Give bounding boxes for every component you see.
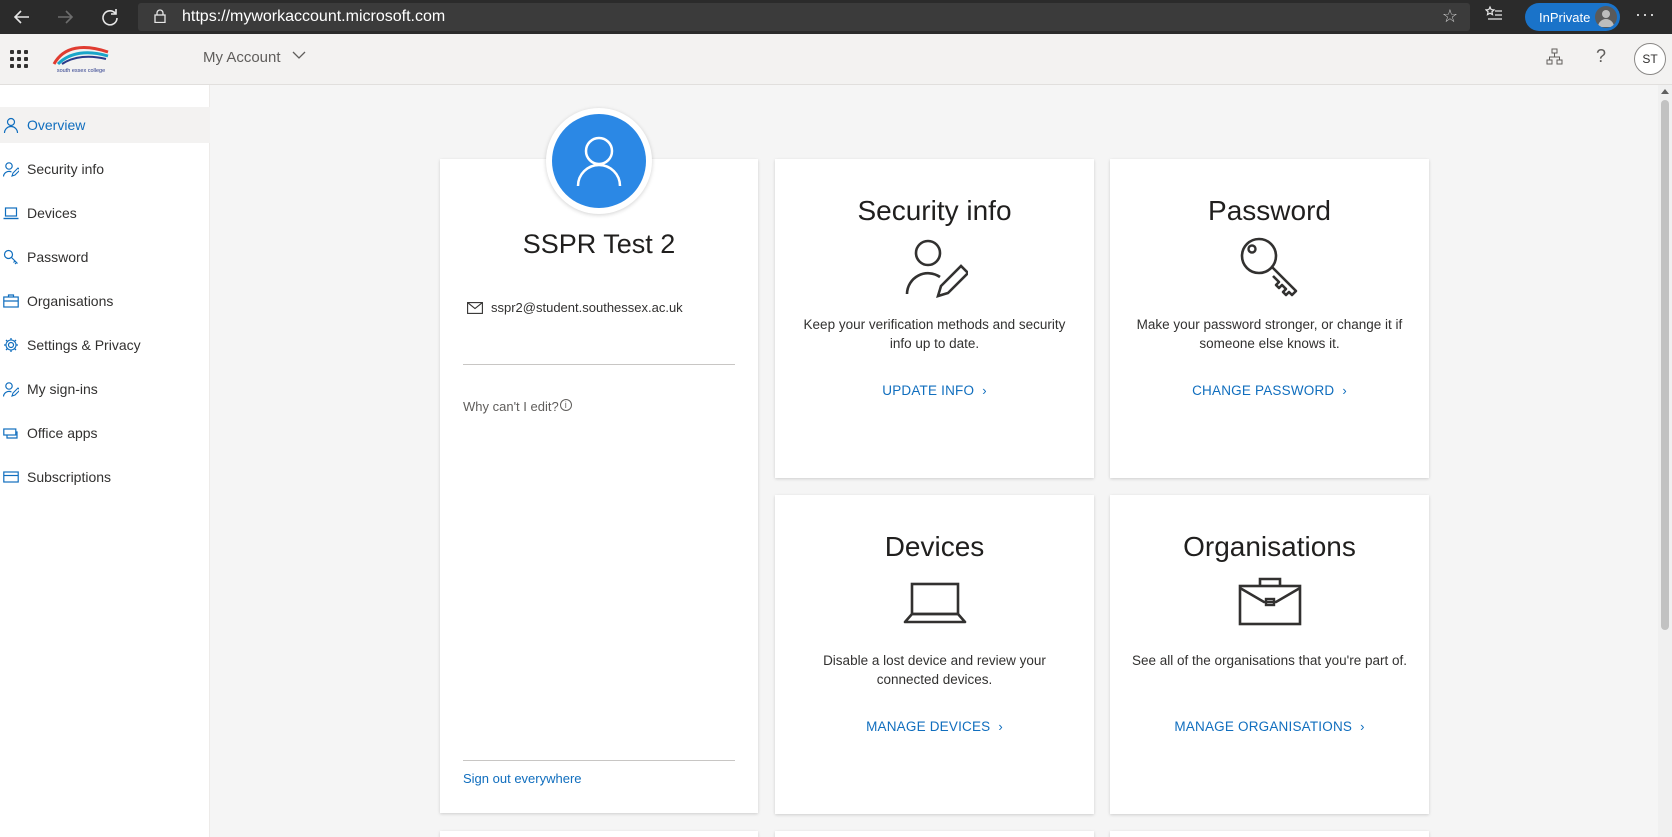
sidebar-item-settings-privacy[interactable]: Settings & Privacy (0, 327, 210, 363)
college-logo[interactable]: south essex college (50, 42, 112, 76)
key-icon (1240, 237, 1298, 297)
inprivate-label: InPrivate (1539, 10, 1591, 25)
card-title: Organisations (1183, 531, 1356, 562)
forward-button[interactable] (52, 4, 78, 30)
card-partial (1110, 831, 1429, 837)
app-launcher-icon[interactable] (10, 50, 28, 68)
lock-icon (154, 9, 166, 23)
sidebar: Overview Security info Devices Password … (0, 85, 210, 837)
link-text: CHANGE PASSWORD (1192, 383, 1335, 398)
card-title: Security info (857, 195, 1012, 226)
sidebar-item-organisations[interactable]: Organisations (0, 283, 210, 319)
chevron-down-icon[interactable] (292, 48, 306, 62)
chevron-right-icon: › (998, 719, 1003, 734)
manage-organisations-link[interactable]: MANAGE ORGANISATIONS › (1110, 719, 1429, 734)
sidebar-item-security-info[interactable]: Security info (0, 151, 210, 187)
scrollbar-thumb[interactable] (1661, 100, 1669, 630)
chevron-right-icon: › (1342, 383, 1347, 398)
forward-arrow-icon (58, 10, 74, 24)
sidebar-item-my-sign-ins[interactable]: My sign-ins (0, 371, 210, 407)
card-title: Devices (884, 531, 985, 562)
mail-icon (467, 302, 483, 314)
sign-out-everywhere-link[interactable]: Sign out everywhere (463, 771, 582, 786)
why-cant-edit-link[interactable]: Why can't I edit? i (463, 399, 572, 414)
manage-devices-link[interactable]: MANAGE DEVICES › (775, 719, 1094, 734)
sidebar-item-devices[interactable]: Devices (0, 195, 210, 231)
browser-toolbar: https://myworkaccount.microsoft.com ☆ In… (0, 0, 1672, 34)
sidebar-item-label: My sign-ins (27, 381, 98, 397)
briefcase-icon (3, 294, 19, 308)
key-icon (3, 249, 18, 265)
update-info-link[interactable]: UPDATE INFO › (775, 383, 1094, 398)
laptop-icon (903, 582, 967, 624)
inprivate-badge[interactable]: InPrivate (1525, 3, 1620, 31)
briefcase-icon (1238, 577, 1302, 626)
sidebar-item-label: Security info (27, 161, 105, 177)
profile-name: SSPR Test 2 (522, 229, 676, 259)
user-avatar[interactable]: ST (1634, 43, 1666, 75)
refresh-icon (102, 9, 118, 26)
card-partial (440, 831, 758, 837)
card-partial (775, 831, 1094, 837)
divider (463, 760, 735, 761)
person-icon (3, 117, 19, 133)
card-description: Disable a lost device and review your co… (823, 653, 1046, 687)
sidebar-item-label: Overview (27, 117, 86, 133)
sidebar-item-label: Settings & Privacy (27, 337, 141, 353)
person-edit-icon (3, 382, 19, 397)
password-card: Password Make your password stronger, or… (1110, 159, 1429, 478)
person-edit-icon (905, 239, 968, 298)
person-edit-icon (3, 162, 19, 177)
chevron-right-icon: › (982, 383, 987, 398)
sidebar-item-label: Subscriptions (27, 469, 112, 485)
sidebar-item-overview[interactable]: Overview (0, 107, 210, 143)
link-text: MANAGE DEVICES (866, 719, 991, 734)
sidebar-item-subscriptions[interactable]: Subscriptions (0, 459, 210, 495)
card-icon (3, 471, 19, 483)
organisations-card: Organisations See all of the organisatio… (1110, 495, 1429, 814)
favorites-list-icon[interactable] (1484, 5, 1503, 28)
url-text[interactable]: https://myworkaccount.microsoft.com (182, 8, 445, 26)
chevron-right-icon: › (1360, 719, 1365, 734)
email-text: sspr2@student.southessex.ac.uk (491, 300, 683, 315)
sidebar-item-label: Office apps (27, 425, 98, 441)
sidebar-item-label: Organisations (27, 293, 114, 309)
address-bar[interactable]: https://myworkaccount.microsoft.com ☆ (138, 3, 1470, 31)
logo-swoosh-icon (52, 46, 109, 66)
link-text: MANAGE ORGANISATIONS (1174, 719, 1353, 734)
org-chart-icon[interactable] (1546, 48, 1563, 70)
gear-icon (4, 338, 18, 352)
more-options-icon[interactable]: ··· (1635, 4, 1656, 25)
help-icon[interactable]: ? (1596, 46, 1606, 67)
profile-card: SSPR Test 2 sspr2@student.southessex.ac.… (440, 159, 758, 813)
person-icon (576, 136, 622, 187)
app-header: south essex college My Account ? ST (0, 34, 1672, 85)
devices-card: Devices Disable a lost device and review… (775, 495, 1094, 814)
refresh-button[interactable] (97, 4, 123, 30)
profile-avatar-icon (1595, 6, 1617, 28)
info-icon[interactable]: i (559, 399, 572, 411)
back-button[interactable] (9, 4, 35, 30)
sidebar-item-label: Password (27, 249, 89, 265)
card-description: See all of the organisations that you're… (1132, 653, 1407, 668)
divider (463, 364, 735, 365)
security-info-card: Security info Keep your verification met… (775, 159, 1094, 478)
sidebar-item-label: Devices (27, 205, 77, 221)
link-text: UPDATE INFO (882, 383, 975, 398)
profile-avatar (546, 108, 652, 214)
card-description: Keep your verification methods and secur… (803, 317, 1066, 351)
sidebar-item-password[interactable]: Password (0, 239, 210, 275)
back-arrow-icon (13, 10, 29, 24)
why-cant-edit-text: Why can't I edit? (463, 399, 559, 414)
change-password-link[interactable]: CHANGE PASSWORD › (1110, 383, 1429, 398)
card-description: Make your password stronger, or change i… (1136, 317, 1403, 351)
scroll-up-arrow-icon[interactable] (1661, 89, 1669, 94)
apps-icon (3, 428, 18, 439)
logo-text: south essex college (56, 68, 106, 74)
my-account-title[interactable]: My Account (203, 49, 281, 66)
card-title: Password (1208, 195, 1331, 226)
favorite-star-icon[interactable]: ☆ (1442, 6, 1458, 27)
laptop-icon (3, 207, 19, 220)
sidebar-item-office-apps[interactable]: Office apps (0, 415, 210, 451)
